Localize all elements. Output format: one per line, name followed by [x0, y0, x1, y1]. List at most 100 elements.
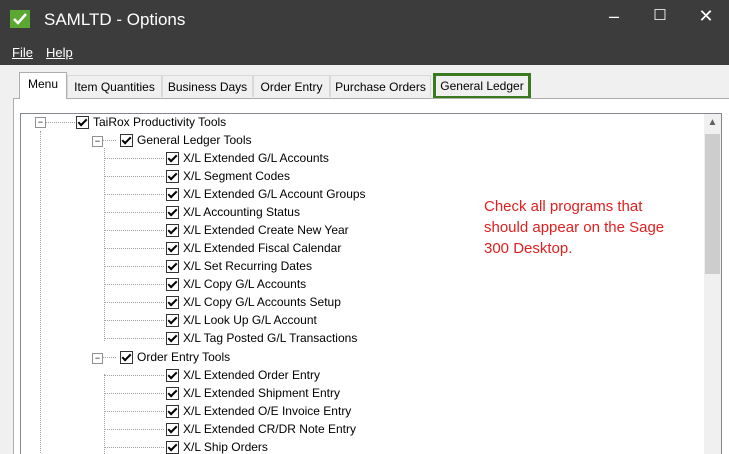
tree-node-oe-tools[interactable]: Order Entry Tools — [120, 349, 230, 366]
tree-line — [105, 194, 164, 195]
checkbox-checked-icon[interactable] — [166, 314, 179, 327]
tree-line — [105, 302, 164, 303]
tree-node-label: General Ledger Tools — [137, 133, 252, 147]
tab-business-days[interactable]: Business Days — [162, 75, 253, 97]
tree-line — [105, 230, 164, 231]
tab-order-entry[interactable]: Order Entry — [253, 75, 330, 97]
menu-bar: File Help — [0, 40, 729, 65]
scroll-thumb[interactable] — [705, 134, 720, 274]
tree-item-label: X/L Look Up G/L Account — [183, 313, 317, 327]
annotation-note: Check all programs that should appear on… — [484, 198, 665, 257]
tab-general-ledger[interactable]: General Ledger — [433, 73, 531, 99]
tree-item[interactable]: X/L Extended Shipment Entry — [166, 385, 340, 402]
tree-item[interactable]: X/L Segment Codes — [166, 168, 290, 185]
tree-line — [105, 375, 164, 376]
tree-item[interactable]: X/L Accounting Status — [166, 204, 300, 221]
menu-help-label: Help — [46, 45, 73, 60]
checkbox-checked-icon[interactable] — [166, 369, 179, 382]
menu-help[interactable]: Help — [46, 45, 73, 60]
checkbox-checked-icon[interactable] — [120, 134, 133, 147]
tree-item[interactable]: X/L Tag Posted G/L Transactions — [166, 330, 357, 347]
tree-item[interactable]: X/L Extended CR/DR Note Entry — [166, 421, 356, 438]
tree-item-label: X/L Extended G/L Accounts — [183, 151, 329, 165]
menu-file-label: File — [12, 45, 33, 60]
checkbox-checked-icon[interactable] — [166, 152, 179, 165]
checkbox-checked-icon[interactable] — [166, 170, 179, 183]
tree-item-label: X/L Extended CR/DR Note Entry — [183, 422, 356, 436]
tree-item-label: X/L Ship Orders — [183, 440, 268, 454]
checkbox-checked-icon[interactable] — [166, 224, 179, 237]
tree-line — [105, 212, 164, 213]
tree-line — [105, 447, 164, 448]
tree-item[interactable]: X/L Look Up G/L Account — [166, 312, 317, 329]
tree-line — [105, 393, 164, 394]
tree-line — [105, 411, 164, 412]
checkbox-checked-icon[interactable] — [166, 242, 179, 255]
checkbox-checked-icon[interactable] — [166, 405, 179, 418]
tree-item-label: X/L Set Recurring Dates — [183, 259, 312, 273]
checkbox-checked-icon[interactable] — [166, 260, 179, 273]
collapse-oe-tools-icon[interactable]: − — [92, 353, 103, 364]
tree-node-label: TaiRox Productivity Tools — [93, 115, 227, 129]
tree-item-label: X/L Extended Create New Year — [183, 223, 349, 237]
tree-item[interactable]: X/L Extended Fiscal Calendar — [166, 240, 341, 257]
tab-item-quantities[interactable]: Item Quantities — [67, 75, 162, 97]
tree-item[interactable]: X/L Copy G/L Accounts — [166, 276, 306, 293]
tree-line — [105, 248, 164, 249]
tree-item-label: X/L Tag Posted G/L Transactions — [183, 331, 358, 345]
tree-line — [105, 320, 164, 321]
tree-line — [105, 266, 164, 267]
tree-line — [105, 429, 164, 430]
vertical-scrollbar[interactable]: ▲ — [704, 114, 721, 454]
tree-item-label: X/L Extended O/E Invoice Entry — [183, 404, 352, 418]
tree-item[interactable]: X/L Extended Create New Year — [166, 222, 349, 239]
tree-item-label: X/L Extended Fiscal Calendar — [183, 241, 342, 255]
tree-node-root[interactable]: TaiRox Productivity Tools — [76, 114, 226, 131]
maximize-button[interactable]: ☐ — [637, 0, 683, 34]
tree-item[interactable]: X/L Copy G/L Accounts Setup — [166, 294, 341, 311]
title-bar: SAMLTD - Options – ☐ ✕ — [0, 0, 729, 40]
tree-item-label: X/L Extended G/L Account Groups — [183, 187, 366, 201]
checkbox-checked-icon[interactable] — [166, 387, 179, 400]
menu-file[interactable]: File — [12, 45, 33, 60]
checkbox-checked-icon[interactable] — [166, 332, 179, 345]
tree-node-label: Order Entry Tools — [137, 350, 231, 364]
tree-item-label: X/L Copy G/L Accounts — [183, 277, 307, 291]
close-button[interactable]: ✕ — [683, 0, 729, 34]
program-tree[interactable]: − TaiRox Productivity Tools − General Le… — [20, 113, 722, 454]
tree-line — [104, 374, 105, 454]
tree-line — [105, 176, 164, 177]
checkbox-checked-icon[interactable] — [166, 423, 179, 436]
window-title: SAMLTD - Options — [44, 10, 186, 29]
tree-line — [105, 338, 164, 339]
tree-node-gl-tools[interactable]: General Ledger Tools — [120, 132, 252, 149]
checkbox-checked-icon[interactable] — [76, 116, 89, 129]
checkbox-checked-icon[interactable] — [166, 206, 179, 219]
tree-item[interactable]: X/L Extended G/L Account Groups — [166, 186, 366, 203]
collapse-root-icon[interactable]: − — [35, 117, 46, 128]
scroll-up-arrow-icon[interactable]: ▲ — [704, 114, 721, 131]
tree-line — [40, 131, 41, 454]
tree-item-label: X/L Extended Shipment Entry — [183, 386, 340, 400]
tree-item-label: X/L Extended Order Entry — [183, 368, 320, 382]
tree-item[interactable]: X/L Ship Orders — [166, 439, 268, 454]
collapse-gl-tools-icon[interactable]: − — [92, 136, 103, 147]
tab-purchase-orders[interactable]: Purchase Orders — [330, 75, 431, 97]
tree-item[interactable]: X/L Extended O/E Invoice Entry — [166, 403, 351, 420]
tree-item-label: X/L Copy G/L Accounts Setup — [183, 295, 341, 309]
tree-item[interactable]: X/L Set Recurring Dates — [166, 258, 312, 275]
tree-line — [105, 158, 164, 159]
tree-line — [43, 122, 75, 123]
tree-item[interactable]: X/L Extended Order Entry — [166, 367, 320, 384]
tree-item[interactable]: X/L Extended G/L Accounts — [166, 150, 329, 167]
checkbox-checked-icon[interactable] — [166, 441, 179, 454]
checkbox-checked-icon[interactable] — [120, 351, 133, 364]
sage-check-icon — [10, 10, 30, 28]
checkbox-checked-icon[interactable] — [166, 296, 179, 309]
checkbox-checked-icon[interactable] — [166, 278, 179, 291]
minimize-button[interactable]: – — [591, 0, 637, 34]
tree-item-label: X/L Segment Codes — [183, 169, 290, 183]
tree-line — [105, 284, 164, 285]
tab-menu[interactable]: Menu — [19, 72, 67, 99]
checkbox-checked-icon[interactable] — [166, 188, 179, 201]
